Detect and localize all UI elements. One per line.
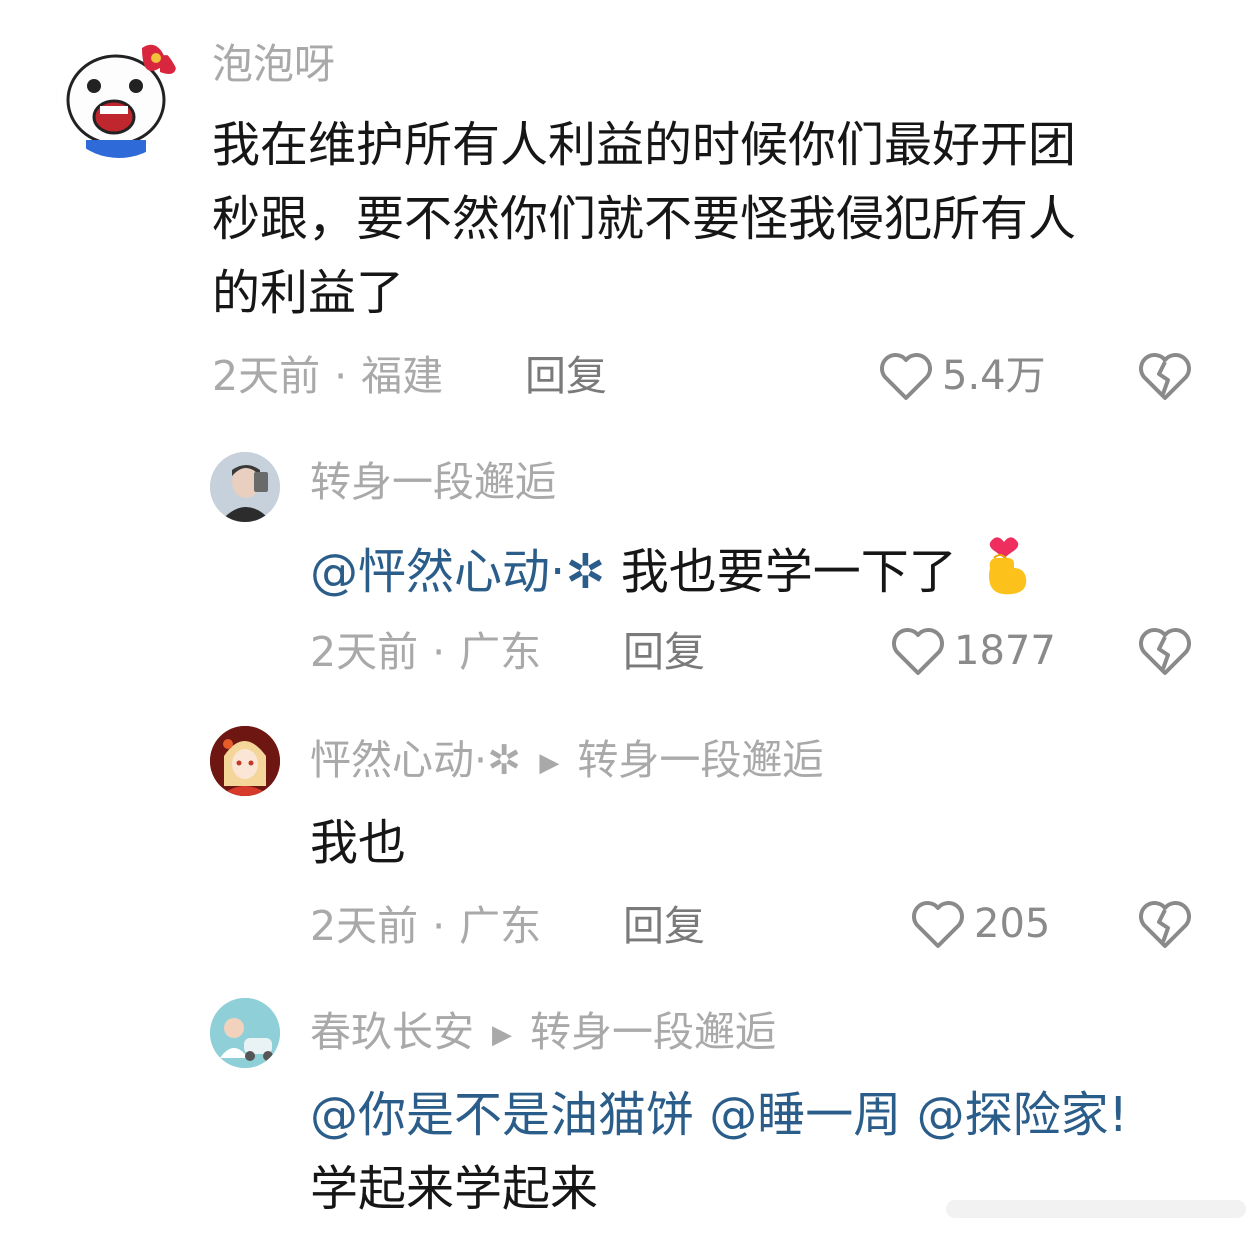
comment-text: 我也 [310,815,407,871]
location: 福建 [361,352,444,400]
username: 怦然心动·✲ ▶ 转身一段邂逅 [310,740,823,781]
comment-text-line: 秒跟，要不然你们就不要怪我侵犯所有人 [212,191,1077,247]
comment-meta: 2天前 · 广东 [310,632,541,673]
like-count: 205 [974,901,1051,947]
comment-text: 我在维护所有人利益的时候你们最好开团 秒跟，要不然你们就不要怪我侵犯所有人 的利… [212,108,1076,330]
like-button[interactable]: 1877 [890,625,1056,677]
separator: · [432,902,446,950]
heart-outline-icon [912,901,964,948]
reply-button[interactable]: 回复 [623,632,705,673]
dislike-button[interactable] [1136,350,1194,406]
username-author[interactable]: 怦然心动·✲ [310,736,521,784]
comment-text-line: @你是不是油猫饼 @睡一周 @探险家! [310,1078,1128,1152]
avatar[interactable] [210,998,280,1068]
dislike-button[interactable] [1136,898,1194,954]
broken-heart-icon [1139,353,1191,400]
reply-button[interactable]: 回复 [623,906,705,947]
avatar[interactable] [210,726,280,796]
reply-target[interactable]: 转身一段邂逅 [577,736,823,784]
triangle-right-icon: ▶ [539,748,560,778]
reply-button[interactable]: 回复 [525,356,607,397]
timestamp: 2天前 [212,352,321,400]
username[interactable]: 泡泡呀 [212,44,335,85]
username[interactable]: 转身一段邂逅 [310,462,556,503]
username: 春玖长安 ▶ 转身一段邂逅 [310,1012,776,1053]
like-button[interactable]: 205 [910,898,1050,950]
avatar[interactable] [56,32,182,158]
separator: · [432,628,446,676]
like-count: 5.4万 [942,353,1046,399]
broken-heart-icon [1139,628,1191,675]
heart-outline-icon [880,353,932,400]
timestamp: 2天前 [310,628,419,676]
dislike-button[interactable] [1136,625,1194,681]
comment-text-content: 我也要学一下了 [620,544,957,600]
mention-link[interactable]: @睡一周 [709,1087,901,1143]
finger-heart-emoji [978,528,1034,617]
comment-text: @怦然心动·✲ 我也要学一下了 [310,528,1034,617]
triangle-right-icon: ▶ [492,1020,512,1050]
timestamp: 2天前 [310,902,419,950]
like-button[interactable]: 5.4万 [878,350,1046,402]
mention-link[interactable]: @探险家! [917,1087,1128,1143]
location: 广东 [459,628,542,676]
comment-meta: 2天前 · 福建 [212,356,443,397]
avatar[interactable] [210,452,280,522]
mention-link[interactable]: @怦然心动·✲ [310,544,605,600]
mention-link[interactable]: @你是不是油猫饼 [310,1087,694,1143]
broken-heart-icon [1139,901,1191,948]
heart-outline-icon [892,628,944,675]
like-count: 1877 [954,628,1056,674]
location: 广东 [459,902,542,950]
comment-meta: 2天前 · 广东 [310,906,541,947]
comment-text-line: 我在维护所有人利益的时候你们最好开团 [212,117,1077,173]
comment-text-line: 的利益了 [212,265,405,321]
reply-target[interactable]: 转身一段邂逅 [530,1008,776,1056]
username-author[interactable]: 春玖长安 [310,1008,474,1056]
watermark-blur [946,1200,1246,1218]
separator: · [334,352,348,400]
